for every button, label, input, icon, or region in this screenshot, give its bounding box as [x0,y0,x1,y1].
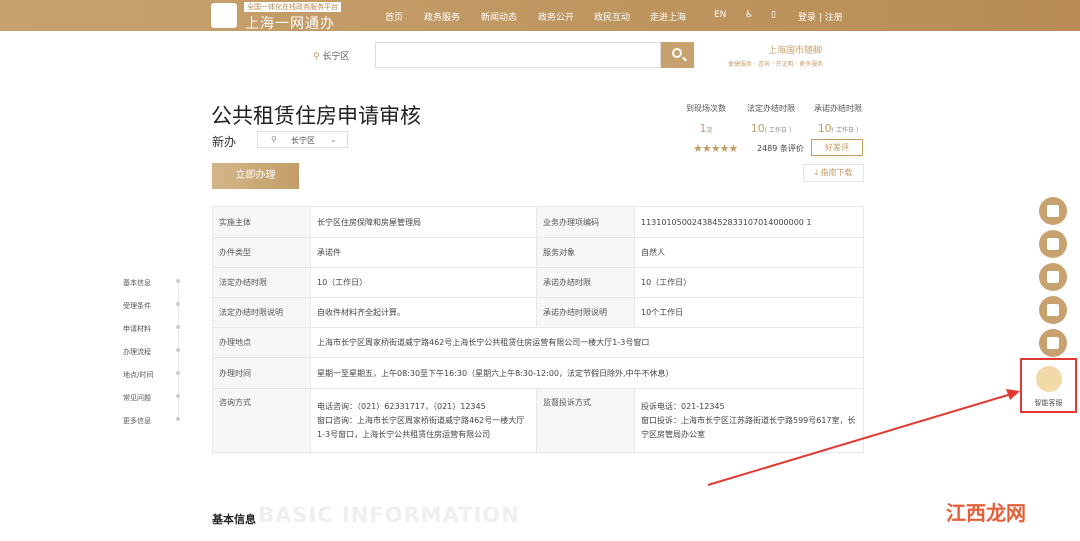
watermark: 江西龙网 [946,501,1026,525]
annotation-arrow [707,389,1020,486]
